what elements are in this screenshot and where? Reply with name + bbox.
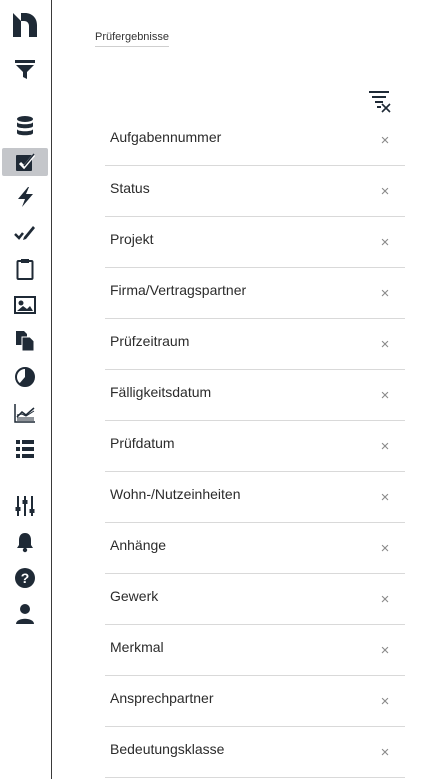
- close-icon[interactable]: ×: [379, 184, 391, 199]
- close-icon[interactable]: ×: [379, 490, 391, 505]
- filter-row[interactable]: Prüfdatum ×: [105, 421, 405, 472]
- svg-text:?: ?: [21, 570, 30, 586]
- sidebar: ?: [0, 0, 52, 779]
- help-icon[interactable]: ?: [2, 564, 48, 592]
- filter-row[interactable]: Ansprechpartner ×: [105, 676, 405, 727]
- filter-row[interactable]: Aufgabennummer ×: [105, 115, 405, 166]
- close-icon[interactable]: ×: [379, 541, 391, 556]
- image-card-icon[interactable]: [2, 291, 48, 319]
- filter-label: Anhänge: [110, 537, 167, 553]
- filter-label: Status: [110, 180, 150, 196]
- close-icon[interactable]: ×: [379, 592, 391, 607]
- filter-label: Fälligkeitsdatum: [110, 384, 212, 400]
- filter-row[interactable]: Anhänge ×: [105, 523, 405, 574]
- clear-filter-icon[interactable]: [366, 88, 396, 116]
- filter-row[interactable]: Merkmal ×: [105, 625, 405, 676]
- filter-label: Gewerk: [110, 588, 159, 604]
- close-icon[interactable]: ×: [379, 286, 391, 301]
- main-content: Prüfergebnisse Aufgabennummer × Status × Pro…: [52, 0, 430, 779]
- filter-label: Merkmal: [110, 639, 164, 655]
- filter-row[interactable]: Wohn-/Nutzeinheiten ×: [105, 472, 405, 523]
- list-icon[interactable]: [2, 435, 48, 463]
- close-icon[interactable]: ×: [379, 439, 391, 454]
- close-icon[interactable]: ×: [379, 694, 391, 709]
- clipboard-icon[interactable]: [2, 255, 48, 283]
- close-icon[interactable]: ×: [379, 745, 391, 760]
- page-title: Prüfergebnisse: [95, 31, 169, 47]
- logo-n-icon[interactable]: [2, 10, 48, 38]
- filter-row[interactable]: Fälligkeitsdatum ×: [105, 370, 405, 421]
- filter-row[interactable]: Prüfzeitraum ×: [105, 319, 405, 370]
- filter-row[interactable]: Gewerk ×: [105, 574, 405, 625]
- filter-label: Bedeutungsklasse: [110, 741, 225, 757]
- close-icon[interactable]: ×: [379, 133, 391, 148]
- filter-label: Prüfzeitraum: [110, 333, 190, 349]
- pen-check-icon[interactable]: [2, 219, 48, 247]
- user-icon[interactable]: [2, 600, 48, 628]
- filter-label: Ansprechpartner: [110, 690, 214, 706]
- checkbox-icon[interactable]: [2, 148, 48, 176]
- close-icon[interactable]: ×: [379, 337, 391, 352]
- filter-label: Projekt: [110, 231, 154, 247]
- close-icon[interactable]: ×: [379, 388, 391, 403]
- pie-chart-icon[interactable]: [2, 363, 48, 391]
- filter-row[interactable]: Firma/Vertragspartner ×: [105, 268, 405, 319]
- close-icon[interactable]: ×: [379, 235, 391, 250]
- filter-row[interactable]: Projekt ×: [105, 217, 405, 268]
- sliders-icon[interactable]: [2, 492, 48, 520]
- bell-icon[interactable]: [2, 528, 48, 556]
- funnel-filter-icon[interactable]: [2, 55, 48, 83]
- filter-row[interactable]: Status ×: [105, 166, 405, 217]
- close-icon[interactable]: ×: [379, 643, 391, 658]
- filter-label: Aufgabennummer: [110, 129, 222, 145]
- database-icon[interactable]: [2, 112, 48, 140]
- lightning-icon[interactable]: [2, 183, 48, 211]
- filter-row[interactable]: Bedeutungsklasse ×: [105, 727, 405, 778]
- filter-label: Prüfdatum: [110, 435, 175, 451]
- filter-list: Aufgabennummer × Status × Projekt × Firma/Vert…: [105, 115, 405, 778]
- area-chart-icon[interactable]: [2, 399, 48, 427]
- filter-label: Firma/Vertragspartner: [110, 282, 247, 298]
- filter-label: Wohn-/Nutzeinheiten: [110, 486, 241, 502]
- documents-icon[interactable]: [2, 327, 48, 355]
